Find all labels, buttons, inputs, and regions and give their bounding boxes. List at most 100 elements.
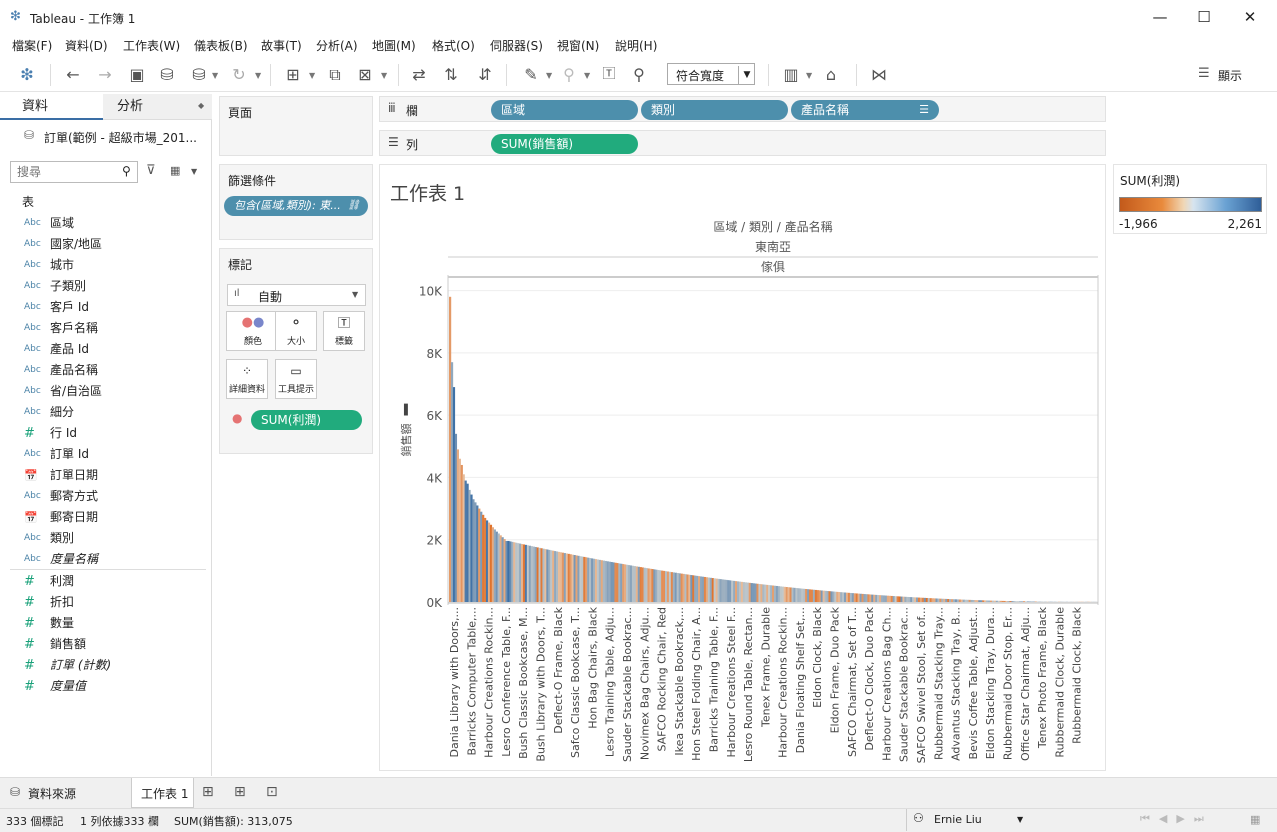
sales-bar[interactable] bbox=[748, 582, 751, 602]
sales-bar[interactable] bbox=[949, 599, 952, 602]
sales-bar[interactable] bbox=[779, 586, 783, 602]
sales-bar[interactable] bbox=[1023, 601, 1026, 602]
sales-bar[interactable] bbox=[684, 574, 687, 602]
sales-bar[interactable] bbox=[509, 541, 512, 602]
dimension-field[interactable]: Abc 郵寄方式 bbox=[0, 486, 210, 507]
sales-bar[interactable] bbox=[923, 597, 927, 602]
sales-bar[interactable] bbox=[807, 589, 810, 602]
sales-bar[interactable] bbox=[694, 575, 697, 602]
pause-updates-icon[interactable]: ⛁ bbox=[188, 65, 210, 85]
sales-bar[interactable] bbox=[1001, 600, 1004, 602]
sales-bar[interactable] bbox=[1005, 600, 1008, 602]
sales-bar[interactable] bbox=[729, 580, 732, 602]
menu-analysis[interactable]: 分析(A) bbox=[316, 37, 358, 54]
sales-bar[interactable] bbox=[840, 592, 843, 602]
sales-bar[interactable] bbox=[970, 599, 973, 602]
sales-bar[interactable] bbox=[587, 557, 590, 602]
sales-bar[interactable] bbox=[972, 600, 975, 602]
sales-bar[interactable] bbox=[879, 595, 882, 602]
sales-bar[interactable] bbox=[565, 553, 568, 602]
sales-bar[interactable] bbox=[933, 598, 936, 602]
save-icon[interactable]: ▣ bbox=[126, 65, 148, 85]
sales-bar[interactable] bbox=[820, 590, 823, 602]
sales-bar[interactable] bbox=[1021, 601, 1024, 602]
sales-bar[interactable] bbox=[485, 520, 489, 602]
dimension-field[interactable]: Abc 類別 bbox=[0, 528, 210, 549]
sales-bar[interactable] bbox=[480, 511, 483, 602]
sales-bar[interactable] bbox=[836, 591, 839, 602]
columns-shelf[interactable]: ⅲ 欄 區域 類別 產品名稱 ☰ bbox=[379, 96, 1106, 122]
sales-bar[interactable] bbox=[744, 582, 747, 602]
sales-bar[interactable] bbox=[842, 592, 845, 602]
new-story-tab-icon[interactable]: ⊡ bbox=[266, 784, 278, 800]
sales-bar[interactable] bbox=[737, 581, 740, 602]
menu-dashboard[interactable]: 儀表板(B) bbox=[194, 37, 248, 54]
sales-bar[interactable] bbox=[532, 546, 535, 602]
new-worksheet-tab-icon[interactable]: ⊞ bbox=[202, 784, 214, 800]
sales-bar[interactable] bbox=[943, 598, 946, 602]
sort-ascending-icon[interactable]: ⇅ bbox=[440, 65, 462, 85]
measure-field[interactable]: # 利潤 bbox=[0, 571, 210, 592]
sales-bar[interactable] bbox=[593, 558, 596, 602]
sales-bar[interactable] bbox=[583, 556, 586, 602]
sales-bar[interactable] bbox=[637, 566, 640, 602]
sales-bar[interactable] bbox=[1019, 601, 1022, 602]
dimension-field[interactable]: Abc 產品 Id bbox=[0, 339, 210, 360]
rows-shelf[interactable]: ☰ 列 SUM(銷售額) bbox=[379, 130, 1106, 156]
sales-bar[interactable] bbox=[980, 600, 983, 602]
sales-bar[interactable] bbox=[1026, 601, 1030, 602]
sales-bar[interactable] bbox=[526, 545, 530, 602]
sales-bar[interactable] bbox=[666, 571, 670, 602]
sales-bar[interactable] bbox=[602, 560, 605, 602]
sales-bar[interactable] bbox=[468, 489, 471, 602]
sales-bar[interactable] bbox=[707, 577, 711, 602]
filter-icon[interactable]: ⊽ bbox=[146, 163, 156, 178]
sales-bar[interactable] bbox=[628, 565, 631, 602]
dimension-field[interactable]: 📅 郵寄日期 bbox=[0, 507, 210, 528]
sales-bar[interactable] bbox=[927, 598, 930, 602]
pages-shelf[interactable]: 頁面 bbox=[219, 96, 373, 156]
sales-bar[interactable] bbox=[507, 540, 510, 602]
sales-bar[interactable] bbox=[495, 531, 498, 602]
size-card[interactable]: ⚬ 大小 bbox=[275, 311, 317, 351]
sales-bar[interactable] bbox=[921, 597, 925, 602]
sales-bar[interactable] bbox=[515, 542, 518, 602]
sales-bar[interactable] bbox=[1017, 601, 1020, 602]
sales-bar[interactable] bbox=[688, 574, 691, 602]
sales-bar[interactable] bbox=[867, 594, 870, 602]
sales-bar[interactable] bbox=[844, 592, 847, 602]
sales-bar[interactable] bbox=[653, 569, 656, 602]
sales-bar[interactable] bbox=[988, 600, 991, 602]
sales-bar[interactable] bbox=[631, 565, 635, 602]
sales-bar[interactable] bbox=[530, 546, 533, 602]
column-pill-region[interactable]: 區域 bbox=[491, 100, 638, 120]
sales-bar[interactable] bbox=[721, 579, 724, 602]
sales-bar[interactable] bbox=[984, 600, 987, 602]
sales-bar[interactable] bbox=[939, 598, 942, 602]
dimension-field[interactable]: Abc 細分 bbox=[0, 402, 210, 423]
sales-bar[interactable] bbox=[892, 596, 895, 602]
sales-bar[interactable] bbox=[993, 600, 997, 602]
sales-bar[interactable] bbox=[793, 587, 796, 602]
sort-descending-icon[interactable]: ⇵ bbox=[474, 65, 496, 85]
sales-bar[interactable] bbox=[561, 552, 565, 602]
sales-bar[interactable] bbox=[725, 579, 728, 602]
sales-bar[interactable] bbox=[452, 387, 456, 602]
sales-bar[interactable] bbox=[756, 583, 759, 602]
sales-bar[interactable] bbox=[610, 562, 613, 602]
sales-bar[interactable] bbox=[454, 433, 458, 602]
sales-bar[interactable] bbox=[801, 588, 804, 602]
dimension-field[interactable]: Abc 產品名稱 bbox=[0, 360, 210, 381]
sales-bar[interactable] bbox=[853, 593, 856, 602]
sales-bar[interactable] bbox=[552, 550, 555, 602]
show-me-button[interactable]: 顯示 bbox=[1218, 67, 1242, 84]
sales-bar[interactable] bbox=[914, 597, 917, 602]
sales-bar[interactable] bbox=[538, 547, 541, 602]
sales-bar[interactable] bbox=[715, 578, 718, 602]
sales-bar[interactable] bbox=[672, 572, 675, 602]
sales-bar[interactable] bbox=[563, 553, 567, 602]
sales-bar[interactable] bbox=[462, 474, 465, 602]
new-dashboard-tab-icon[interactable]: ⊞ bbox=[234, 784, 246, 800]
sales-bar[interactable] bbox=[958, 599, 962, 602]
sales-bar[interactable] bbox=[931, 598, 934, 602]
